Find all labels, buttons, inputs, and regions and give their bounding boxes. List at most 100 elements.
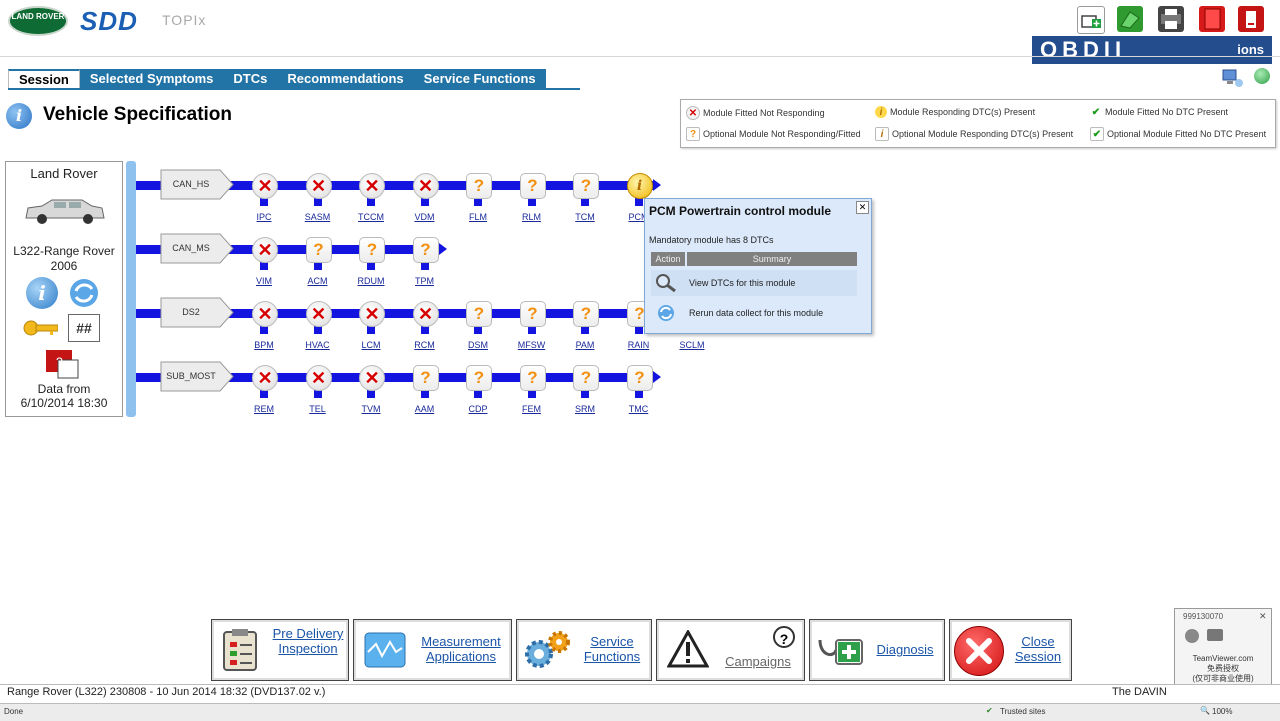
module-label[interactable]: RCM bbox=[405, 340, 445, 350]
popup-close-button[interactable]: ✕ bbox=[856, 201, 869, 214]
data-from: Data from 6/10/2014 18:30 bbox=[6, 382, 122, 410]
report-icon: ? bbox=[46, 350, 79, 379]
module-label[interactable]: TCM bbox=[565, 212, 605, 222]
module-label[interactable]: REM bbox=[244, 404, 284, 414]
session-report-button[interactable]: ? bbox=[44, 348, 80, 380]
module-tel-x-icon[interactable]: ✕ bbox=[305, 365, 332, 391]
record-icon[interactable] bbox=[1185, 629, 1199, 643]
bus-end-arrow bbox=[652, 179, 661, 191]
module-label[interactable]: TCCM bbox=[351, 212, 391, 222]
module-label[interactable]: DSM bbox=[458, 340, 498, 350]
module-hvac-x-icon[interactable]: ✕ bbox=[305, 301, 332, 327]
hash-button[interactable]: ## bbox=[68, 314, 100, 342]
key-button[interactable] bbox=[22, 312, 58, 344]
module-mfsw-question-icon[interactable]: ? bbox=[519, 301, 546, 327]
module-acm-question-icon[interactable]: ? bbox=[305, 237, 332, 263]
medkit-icon bbox=[816, 630, 866, 673]
module-label[interactable]: ACM bbox=[298, 276, 338, 286]
tab-recommendations[interactable]: Recommendations bbox=[277, 69, 414, 88]
service-functions-button[interactable]: Service Functions bbox=[516, 619, 652, 681]
module-label[interactable]: BPM bbox=[244, 340, 284, 350]
measurement-applications-button[interactable]: Measurement Applications bbox=[353, 619, 512, 681]
module-pam-question-icon[interactable]: ? bbox=[573, 301, 599, 327]
module-label[interactable]: RLM bbox=[512, 212, 552, 222]
module-rem-x-icon[interactable]: ✕ bbox=[252, 365, 278, 391]
module-pcm-info-icon[interactable]: i bbox=[626, 173, 653, 199]
tab-dtcs[interactable]: DTCs bbox=[223, 69, 278, 88]
module-label[interactable]: TPM bbox=[405, 276, 445, 286]
module-label[interactable]: SCLM bbox=[672, 340, 712, 350]
printer-icon[interactable] bbox=[1158, 6, 1184, 32]
module-label[interactable]: AAM bbox=[405, 404, 445, 414]
module-cdp-question-icon[interactable]: ? bbox=[466, 365, 492, 391]
network-computer-icon[interactable] bbox=[1221, 67, 1245, 89]
module-tcm-question-icon[interactable]: ? bbox=[573, 173, 599, 199]
module-srm-question-icon[interactable]: ? bbox=[573, 365, 599, 391]
module-label[interactable]: TVM bbox=[351, 404, 391, 414]
module-sasm-x-icon[interactable]: ✕ bbox=[305, 173, 332, 199]
legend-item: ✕ Module Fitted Not Responding bbox=[686, 106, 825, 120]
module-label[interactable]: MFSW bbox=[512, 340, 552, 350]
module-fem-question-icon[interactable]: ? bbox=[519, 365, 546, 391]
module-label[interactable]: SRM bbox=[565, 404, 605, 414]
vehicle-model: L322-Range Rover 2006 bbox=[13, 244, 115, 273]
green-tool-icon[interactable] bbox=[1117, 6, 1143, 32]
status-legend: ✕ Module Fitted Not Responding i Module Re… bbox=[680, 99, 1276, 148]
diagnosis-button[interactable]: Diagnosis bbox=[809, 619, 945, 681]
module-vim-x-icon[interactable]: ✕ bbox=[252, 237, 278, 263]
vehicle-info-button[interactable]: i bbox=[24, 277, 60, 309]
module-rcm-x-icon[interactable]: ✕ bbox=[412, 301, 439, 327]
refresh-vehicle-button[interactable] bbox=[66, 277, 102, 309]
button-label: Service Functions bbox=[583, 634, 641, 664]
module-label[interactable]: FLM bbox=[458, 212, 498, 222]
module-label[interactable]: IPC bbox=[244, 212, 284, 222]
watermark: OBDII ions bbox=[1032, 36, 1272, 64]
add-tool-icon[interactable] bbox=[1077, 6, 1105, 34]
module-label[interactable]: RDUM bbox=[351, 276, 391, 286]
module-label[interactable]: TEL bbox=[298, 404, 338, 414]
module-label[interactable]: LCM bbox=[351, 340, 391, 350]
tab-service-functions[interactable]: Service Functions bbox=[413, 69, 546, 88]
exit-icon[interactable] bbox=[1238, 6, 1264, 32]
module-label[interactable]: CDP bbox=[458, 404, 498, 414]
module-label[interactable]: VIM bbox=[244, 276, 284, 286]
module-label[interactable]: PAM bbox=[565, 340, 605, 350]
zoom-level[interactable]: 100% bbox=[1212, 707, 1232, 716]
red-book-icon[interactable] bbox=[1199, 6, 1225, 32]
module-dsm-question-icon[interactable]: ? bbox=[466, 301, 492, 327]
module-flm-question-icon[interactable]: ? bbox=[466, 173, 492, 199]
module-rdum-question-icon[interactable]: ? bbox=[359, 237, 385, 263]
module-tccm-x-icon[interactable]: ✕ bbox=[359, 173, 385, 199]
popup-action-view-dtcs[interactable]: View DTCs for this module bbox=[651, 270, 857, 296]
module-bpm-x-icon[interactable]: ✕ bbox=[252, 301, 278, 327]
module-label[interactable]: HVAC bbox=[298, 340, 338, 350]
close-session-button[interactable]: Close Session bbox=[949, 619, 1072, 681]
teamviewer-close-button[interactable]: ✕ bbox=[1259, 611, 1267, 622]
module-lcm-x-icon[interactable]: ✕ bbox=[359, 301, 385, 327]
module-label[interactable]: SASM bbox=[298, 212, 338, 222]
land-rover-logo: LAND ROVER bbox=[8, 6, 68, 36]
module-label[interactable]: RAIN bbox=[619, 340, 659, 350]
module-label[interactable]: VDM bbox=[405, 212, 445, 222]
clipboard-icon bbox=[220, 628, 262, 675]
module-tmc-question-icon[interactable]: ? bbox=[626, 365, 653, 391]
bus-label: CAN_MS bbox=[160, 233, 234, 264]
module-ipc-x-icon[interactable]: ✕ bbox=[252, 173, 278, 199]
popup-action-rerun[interactable]: Rerun data collect for this module bbox=[651, 300, 857, 326]
tab-selected-symptoms[interactable]: Selected Symptoms bbox=[79, 69, 224, 88]
zoom-icon: 🔍 bbox=[1200, 706, 1210, 715]
bus-name: DS2 bbox=[182, 307, 200, 317]
refresh-green-icon[interactable] bbox=[1254, 68, 1270, 84]
bus-label: SUB_MOST bbox=[160, 361, 234, 392]
module-label[interactable]: FEM bbox=[512, 404, 552, 414]
module-rlm-question-icon[interactable]: ? bbox=[519, 173, 546, 199]
module-label[interactable]: TMC bbox=[619, 404, 659, 414]
module-tvm-x-icon[interactable]: ✕ bbox=[359, 365, 385, 391]
tab-session[interactable]: Session bbox=[8, 69, 80, 88]
module-aam-question-icon[interactable]: ? bbox=[412, 365, 439, 391]
module-vdm-x-icon[interactable]: ✕ bbox=[412, 173, 439, 199]
campaigns-button[interactable]: ? Campaigns bbox=[656, 619, 805, 681]
chat-icon[interactable] bbox=[1207, 629, 1223, 641]
pre-delivery-inspection-button[interactable]: Pre Delivery Inspection bbox=[211, 619, 349, 681]
module-tpm-question-icon[interactable]: ? bbox=[412, 237, 439, 263]
